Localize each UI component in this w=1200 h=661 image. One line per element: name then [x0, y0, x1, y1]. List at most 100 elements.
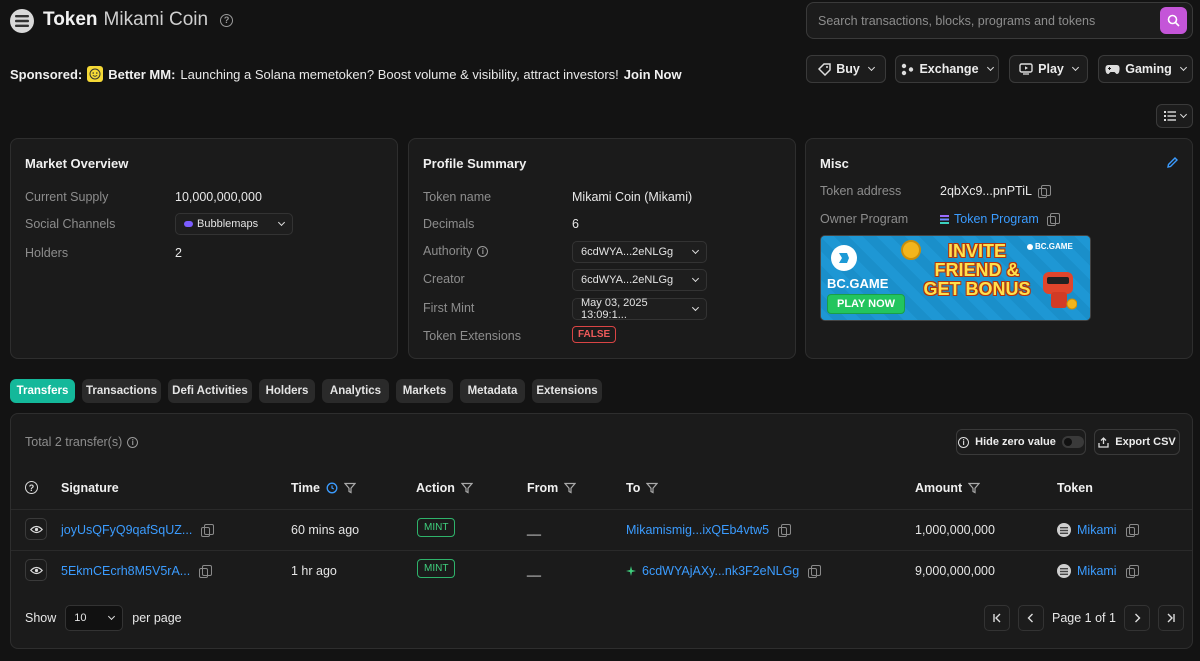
col-from: From	[527, 481, 577, 495]
tab-metadata[interactable]: Metadata	[460, 379, 525, 403]
hide-zero-value-toggle[interactable]: i Hide zero value	[956, 429, 1086, 455]
total-transfers-text: Total 2 transfer(s)	[25, 435, 123, 449]
token-address-label: Token address	[820, 184, 902, 198]
owner-program: Token Program	[940, 212, 1060, 226]
gamepad-icon	[1105, 64, 1120, 74]
tab-markets[interactable]: Markets	[396, 379, 453, 403]
decimals-value: 6	[572, 217, 579, 231]
search-input[interactable]: Search transactions, blocks, programs an…	[818, 14, 1095, 28]
copy-icon[interactable]	[1046, 212, 1060, 226]
tab-analytics[interactable]: Analytics	[322, 379, 389, 403]
authority-label: Authority i	[423, 244, 489, 258]
token-link[interactable]: Mikami	[1077, 564, 1117, 578]
tab-holders[interactable]: Holders	[259, 379, 315, 403]
edit-icon[interactable]	[1166, 156, 1179, 169]
show-label: Show	[25, 611, 57, 625]
help-icon[interactable]: ?	[220, 13, 234, 27]
tab-defi-activities[interactable]: Defi Activities	[168, 379, 252, 403]
token-link[interactable]: Mikami	[1077, 523, 1117, 537]
buy-menu[interactable]: Buy	[806, 55, 886, 83]
copy-icon[interactable]	[778, 523, 792, 537]
action-header: Action	[416, 481, 455, 495]
tab-extensions[interactable]: Extensions	[532, 379, 602, 403]
page-size-select[interactable]: 10	[65, 605, 124, 631]
list-icon	[1163, 111, 1176, 121]
misc-card: Misc Token address 2qbXc9...pnPTiL Owner…	[805, 138, 1193, 359]
token-program-link[interactable]: Token Program	[954, 212, 1039, 226]
first-page-button[interactable]	[984, 605, 1010, 631]
token-icon	[1057, 564, 1071, 578]
time-cell: 1 hr ago	[291, 564, 337, 578]
copy-icon[interactable]	[201, 523, 215, 537]
gaming-menu[interactable]: Gaming	[1098, 55, 1193, 83]
copy-icon[interactable]	[1125, 564, 1139, 578]
token-extensions-badge: FALSE	[572, 326, 617, 343]
copy-icon[interactable]	[1125, 523, 1139, 537]
buy-label: Buy	[836, 62, 860, 76]
filter-icon[interactable]	[343, 482, 356, 494]
filter-icon[interactable]	[460, 482, 473, 494]
info-icon[interactable]: i	[477, 245, 489, 257]
play-label: Play	[1038, 62, 1064, 76]
last-page-button[interactable]	[1157, 605, 1184, 631]
token-address: 2qbXc9...pnPTiL	[940, 184, 1051, 198]
solscan-logo[interactable]	[10, 9, 34, 33]
next-page-button[interactable]	[1123, 605, 1150, 631]
social-channels-dropdown[interactable]: Bubblemaps	[175, 213, 293, 235]
hide-zero-value-label: Hide zero value	[975, 436, 1056, 448]
filter-icon[interactable]	[646, 482, 659, 494]
authority-dropdown[interactable]: 6cdWYA...2eNLGg	[572, 241, 707, 263]
export-csv-button[interactable]: Export CSV	[1094, 429, 1180, 455]
prev-page-button[interactable]	[1018, 605, 1044, 631]
first-mint-dropdown[interactable]: May 03, 2025 13:09:1...	[572, 297, 707, 321]
search-button[interactable]	[1160, 7, 1187, 34]
profile-summary-card: Profile Summary Token name Mikami Coin (…	[408, 138, 796, 359]
col-token: Token	[1057, 481, 1093, 495]
token-header: Token	[1057, 481, 1093, 495]
view-details-button[interactable]	[25, 518, 47, 540]
creator-dropdown[interactable]: 6cdWYA...2eNLGg	[572, 269, 707, 291]
token-cell: Mikami	[1057, 564, 1139, 578]
social-channel-value: Bubblemaps	[197, 218, 259, 230]
filter-icon[interactable]	[564, 482, 577, 494]
pagination: Page 1 of 1	[984, 605, 1184, 631]
to-cell: Mikamismig...ixQEb4vtw5	[626, 523, 792, 537]
signature-link[interactable]: joyUsQFyQ9qafSqUZ...	[61, 523, 192, 537]
copy-icon[interactable]	[1037, 184, 1051, 198]
signature-link[interactable]: 5EkmCEcrh8M5V5rA...	[61, 564, 190, 578]
filter-icon[interactable]	[968, 482, 981, 494]
bubblemaps-icon	[184, 221, 193, 227]
col-signature: Signature	[61, 481, 119, 495]
join-now-link[interactable]: Join Now	[624, 67, 682, 82]
copy-icon[interactable]	[808, 564, 822, 578]
help-icon[interactable]: ?	[25, 481, 38, 494]
mint-badge: MINT	[417, 559, 456, 578]
info-icon[interactable]: i	[127, 436, 139, 448]
solana-icon	[940, 214, 949, 224]
from-cell: __	[527, 563, 541, 577]
copy-icon[interactable]	[199, 564, 213, 578]
exchange-menu[interactable]: Exchange	[895, 55, 999, 83]
token-name-label: Token name	[423, 190, 492, 204]
search-bar[interactable]: Search transactions, blocks, programs an…	[806, 2, 1193, 39]
bcgame-ad-banner[interactable]: BC.GAME PLAY NOW INVITE FRIEND & GET BON…	[820, 235, 1091, 321]
toggle-switch[interactable]	[1061, 436, 1084, 448]
eye-icon	[29, 525, 43, 533]
current-supply-label: Current Supply	[25, 190, 109, 204]
to-address-link[interactable]: 6cdWYAjAXy...nk3F2eNLGg	[642, 564, 799, 578]
view-details-button[interactable]	[25, 559, 47, 581]
to-address-link[interactable]: Mikamismig...ixQEb4vtw5	[626, 523, 769, 537]
view-options-button[interactable]	[1156, 104, 1193, 128]
col-amount: Amount	[915, 481, 981, 495]
per-page-label: per page	[132, 611, 182, 625]
play-menu[interactable]: Play	[1009, 55, 1088, 83]
first-mint-value: May 03, 2025 13:09:1...	[581, 297, 648, 321]
col-action: Action	[416, 481, 473, 495]
authority-label-text: Authority	[423, 244, 473, 258]
tab-transfers[interactable]: Transfers	[10, 379, 75, 403]
clock-icon[interactable]	[326, 482, 338, 494]
tab-transactions[interactable]: Transactions	[82, 379, 161, 403]
ad-play-now-button[interactable]: PLAY NOW	[827, 294, 906, 314]
ad-headline-3: GET BONUS	[923, 279, 1031, 299]
page-size-value: 10	[74, 612, 87, 624]
